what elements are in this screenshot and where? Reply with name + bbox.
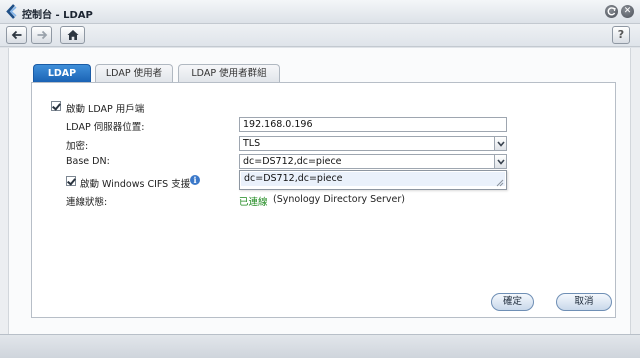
base-dn-input[interactable]: dc=DS712,dc=piece [239,154,495,169]
chevron-down-icon [497,159,505,165]
server-address-input[interactable]: 192.168.0.196 [239,117,507,132]
enable-cifs-label: 啟動 Windows CIFS 支援 [80,179,191,190]
cancel-button[interactable]: 取消 [556,293,612,311]
toolbar: ? [0,24,640,47]
encryption-dropdown-button[interactable] [494,136,507,151]
encryption-label: 加密: [66,141,89,152]
home-icon [67,30,78,40]
resize-grip-icon[interactable] [496,179,504,187]
window-title: 控制台 - LDAP [22,10,93,21]
enable-ldap-client-checkbox[interactable] [51,101,61,111]
tab-ldap-groups[interactable]: LDAP 使用者群組 [178,64,280,82]
close-icon[interactable]: ✕ [621,5,634,18]
control-panel-logo-icon [6,4,17,19]
back-button[interactable] [6,26,27,44]
home-button[interactable] [60,26,85,44]
arrow-right-icon [37,30,47,40]
window-titlebar: 控制台 - LDAP ✕ [0,0,640,24]
enable-cifs-checkbox[interactable] [66,176,76,186]
encryption-select[interactable]: TLS [239,136,495,151]
connection-status-value: 已連線 [239,197,268,208]
status-bar [0,334,640,358]
tab-ldap-users[interactable]: LDAP 使用者 [95,64,173,82]
tab-ldap[interactable]: LDAP [33,64,91,82]
forward-button[interactable] [31,26,52,44]
ok-button[interactable]: 確定 [491,293,534,311]
info-icon[interactable]: i [190,175,200,185]
ldap-settings-form: 啟動 LDAP 用戶端 LDAP 伺服器位置: 192.168.0.196 加密… [31,82,616,318]
chevron-down-icon [497,141,505,147]
connection-status-detail: (Synology Directory Server) [273,194,405,205]
help-button[interactable]: ? [612,26,630,44]
main-area: LDAP LDAP 使用者 LDAP 使用者群組 啟動 LDAP 用戶端 LDA… [0,48,640,334]
connection-status-label: 連線狀態: [66,197,108,208]
arrow-left-icon [11,30,21,40]
refresh-icon[interactable] [605,5,618,18]
ldap-panel: LDAP LDAP 使用者 LDAP 使用者群組 啟動 LDAP 用戶端 LDA… [8,48,631,334]
base-dn-dropdown-button[interactable] [494,154,507,169]
enable-ldap-client-label: 啟動 LDAP 用戶端 [66,104,145,115]
server-address-label: LDAP 伺服器位置: [66,122,145,133]
base-dn-dropdown-list: dc=DS712,dc=piece [239,170,507,190]
base-dn-option[interactable]: dc=DS712,dc=piece [241,172,505,186]
base-dn-label: Base DN: [66,156,110,167]
